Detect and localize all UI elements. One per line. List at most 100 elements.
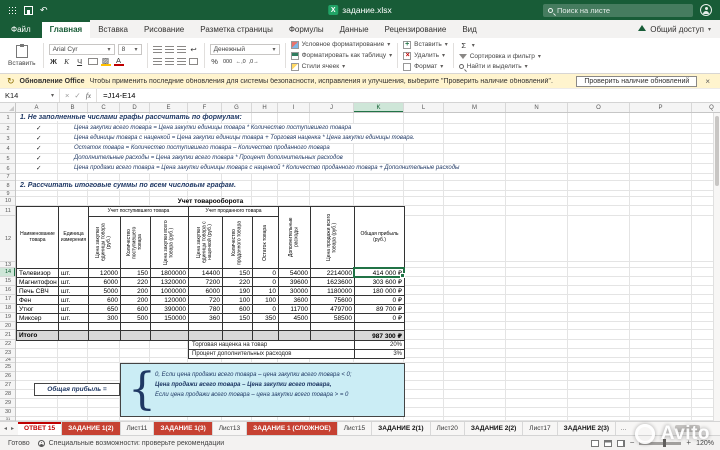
table-cell[interactable] [121,323,151,331]
cell-styles-button[interactable]: Стили ячеек ▾ [290,62,393,71]
table-cell[interactable]: Магнитофон [17,278,59,287]
table-cell[interactable]: шт. [59,314,89,323]
table-group-incoming[interactable]: Учет поступившего товара [89,207,189,217]
row-header-8[interactable]: 8 [0,181,15,191]
table-cell[interactable]: шт. [59,305,89,314]
sheet-tab-Лист13[interactable]: Лист13 [213,422,248,435]
extra-costs-label[interactable]: Процент дополнительных расходов [188,349,355,359]
table-cell[interactable]: 39600 [279,278,311,287]
row-header-6[interactable]: 6 [0,164,15,174]
sheet-tab-ЗАДАНИЕ 1(2)[interactable]: ЗАДАНИЕ 1(2) [62,422,121,435]
table-cell[interactable] [223,323,253,331]
table-cell[interactable]: 58500 [311,314,355,323]
column-header-K[interactable]: K [354,103,404,112]
search-box[interactable] [543,3,693,17]
sheet-tab-Лист11[interactable]: Лист11 [121,422,155,435]
sheet-tab-Лист20[interactable]: Лист20 [431,422,465,435]
column-header-A[interactable]: A [16,103,58,112]
table-cell[interactable]: 100 [253,296,279,305]
row-header-17[interactable]: 17 [0,295,15,304]
fill-color-button[interactable]: ▨ [100,56,111,66]
insert-function-icon[interactable]: fx [86,91,91,100]
delete-cells-button[interactable]: Удалить ▾ [403,51,448,60]
table-cell[interactable]: 220 [223,278,253,287]
column-header-E[interactable]: E [150,103,188,112]
table-cell[interactable]: 1320000 [151,278,189,287]
find-select-button[interactable]: Найти и выделить ▾ [458,63,541,72]
table-cell[interactable] [151,323,189,331]
ribbon-tab-Вставка[interactable]: Вставка [90,20,136,38]
table-cell[interactable]: 0 ₽ [355,296,405,305]
table-header-rotated[interactable]: Цена закупки всего товара (руб.) [151,217,189,269]
account-icon[interactable] [700,4,712,16]
sheet-tab-ЗАДАНИЕ 1 (СЛОЖНОЕ)[interactable]: ЗАДАНИЕ 1 (СЛОЖНОЕ) [247,422,338,435]
ribbon-tab-Рисование[interactable]: Рисование [136,20,192,38]
align-right-button[interactable] [176,58,186,65]
table-header-unit[interactable]: Единица измерения [59,207,89,269]
table-cell[interactable]: 75600 [311,296,355,305]
column-header-O[interactable]: O [568,103,630,112]
row-header-14[interactable]: 14 [0,268,15,277]
align-middle-button[interactable] [164,46,174,53]
table-header-rotated[interactable]: Цена закупки единицы товара с наценкой (… [189,217,223,269]
formula-input[interactable]: =J14-E14 [97,89,141,102]
select-all-corner[interactable] [0,103,16,113]
merge-center-button[interactable] [188,58,198,65]
table-cell[interactable]: 0 [253,269,279,278]
prev-sheet-icon[interactable]: ◂ [4,425,7,432]
autosum-button[interactable]: Σ [459,40,469,50]
sheet-tab-ЗАДАНИЕ 2(3)[interactable]: ЗАДАНИЕ 2(3) [558,422,617,435]
table-cell[interactable]: 1000000 [151,287,189,296]
row-header-31[interactable]: 31 [0,417,15,421]
table-cell[interactable]: шт. [59,269,89,278]
table-cell[interactable]: 12000 [89,269,121,278]
zoom-in-button[interactable]: + [686,439,691,447]
table-cell[interactable]: 500 [121,314,151,323]
selected-cell[interactable] [353,267,405,278]
name-box[interactable]: K14 ▾ [0,89,60,102]
table-header-rotated[interactable]: Количество поступившего товара [121,217,151,269]
table-cell[interactable]: 350 [253,314,279,323]
table-cell[interactable] [59,331,89,341]
table-group-sold[interactable]: Учет проданного товара [189,207,279,217]
horizontal-scrollbar[interactable] [631,422,720,435]
comma-style-button[interactable]: 000 [223,57,233,67]
sheet-tab-Лист15[interactable]: Лист15 [338,422,373,435]
table-cell[interactable]: 479700 [311,305,355,314]
insert-cells-button[interactable]: Вставить ▾ [403,40,448,49]
cell-grid[interactable]: 1. Не заполненные числами графы рассчита… [16,113,720,421]
ribbon-tab-Формулы[interactable]: Формулы [281,20,332,38]
row-header-16[interactable]: 16 [0,286,15,295]
table-cell[interactable]: 54000 [279,269,311,278]
table-header-rotated[interactable]: Количество проданного товара [223,217,253,269]
sheet-tab-ОТВЕТ 15[interactable]: ОТВЕТ 15 [18,422,63,435]
table-cell[interactable]: Миксер [17,314,59,323]
scrollbar-thumb[interactable] [675,425,701,432]
share-button[interactable]: Общий доступ ▾ [629,20,720,38]
row-header-18[interactable]: 18 [0,304,15,313]
table-cell[interactable]: 720 [189,296,223,305]
table-cell[interactable]: 180 000 ₽ [355,287,405,296]
table-header-rotated[interactable]: Дополнительные расходы [279,207,311,269]
table-cell[interactable]: 150 [121,269,151,278]
table-cell[interactable] [355,323,405,331]
table-cell[interactable]: 2214000 [311,269,355,278]
table-cell[interactable]: 5000 [89,287,121,296]
table-cell[interactable]: 360 [189,314,223,323]
row-header-19[interactable]: 19 [0,313,15,322]
table-cell[interactable] [151,331,189,341]
table-cell[interactable]: 6000 [89,278,121,287]
row-header-26[interactable]: 26 [0,372,15,381]
table-cell[interactable]: 190 [223,287,253,296]
table-header-rotated[interactable]: Остаток товара [253,217,279,269]
cancel-icon[interactable]: × [65,91,69,100]
normal-view-icon[interactable] [590,439,599,447]
page-layout-view-icon[interactable] [603,439,612,447]
table-cell[interactable]: 89 700 ₽ [355,305,405,314]
table-cell[interactable]: 390000 [151,305,189,314]
table-cell[interactable]: 10 [253,287,279,296]
bold-button[interactable]: Ж [49,57,59,67]
table-cell[interactable]: Печь СВЧ [17,287,59,296]
more-sheets-icon[interactable]: … [616,422,631,435]
undo-icon[interactable]: ↶ [40,5,48,15]
